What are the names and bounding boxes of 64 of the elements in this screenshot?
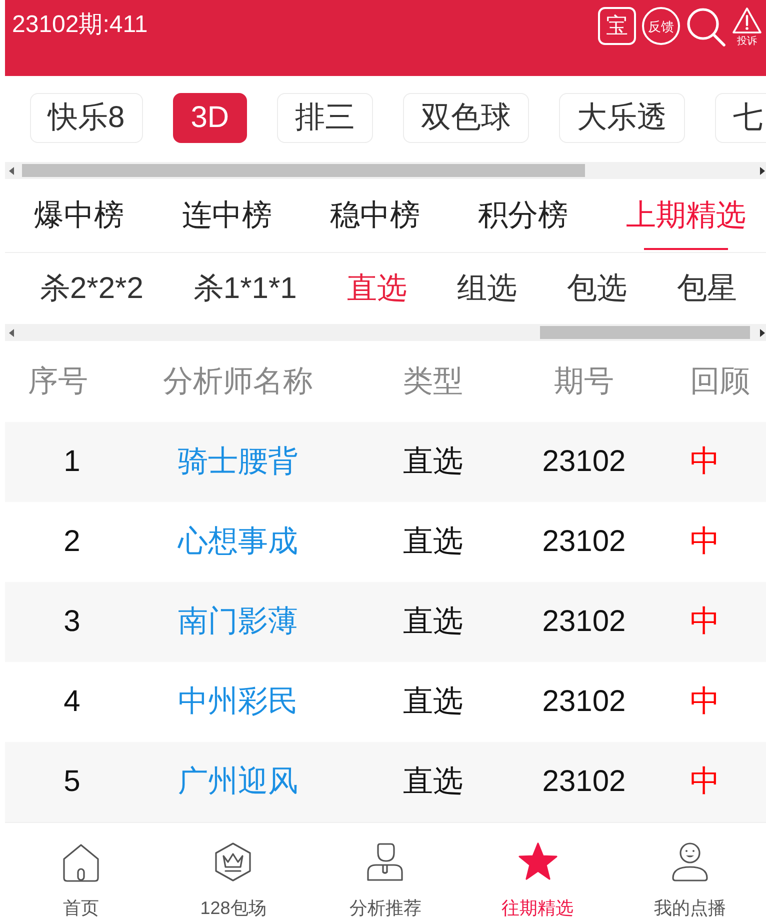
lottery-tab[interactable]: 双色球 (403, 93, 530, 143)
star-icon (518, 842, 558, 882)
search-icon[interactable] (686, 7, 726, 47)
nav-tab[interactable]: 往期精选 (502, 823, 574, 924)
play-type-tab[interactable]: 包星 (676, 268, 737, 308)
home-icon (61, 842, 102, 882)
ranking-tab[interactable]: 稳中榜 (330, 179, 420, 252)
row-number: 4 (64, 684, 80, 720)
nav-tab[interactable]: 分析推荐 (349, 823, 422, 924)
warning-icon (732, 7, 762, 34)
play-type: 直选 (403, 444, 463, 480)
review-result: 中 (690, 524, 720, 560)
lottery-tab[interactable]: 大乐透 (559, 93, 686, 143)
lottery-tab[interactable]: 3D (172, 93, 248, 143)
play-type-tab[interactable]: 杀2*2*2 (40, 268, 144, 308)
scroll-left-icon[interactable] (9, 328, 14, 336)
column-header: 回顾 (690, 364, 750, 400)
scrollbar-thumb[interactable] (540, 326, 750, 339)
issue-number: 23102 (542, 444, 626, 480)
review-result: 中 (690, 764, 720, 800)
row-number: 1 (64, 444, 80, 480)
ranking-tab[interactable]: 爆中榜 (34, 179, 124, 252)
scroll-left-icon[interactable] (9, 166, 14, 174)
ranking-tab[interactable]: 上期精选 (626, 179, 746, 252)
scroll-right-icon[interactable] (760, 166, 765, 174)
column-header: 类型 (403, 364, 463, 400)
person-icon (365, 842, 406, 882)
feedback-button[interactable]: 反馈 (642, 7, 680, 45)
crown-icon (213, 842, 254, 882)
issue-number: 23102 (542, 764, 626, 800)
play-type: 直选 (403, 684, 463, 720)
scrollbar-thumb[interactable] (22, 164, 585, 177)
lottery-tab[interactable]: 七 (715, 93, 766, 143)
issue-number: 23102 (542, 604, 626, 640)
column-header: 分析师名称 (163, 364, 313, 400)
row-number: 2 (64, 524, 80, 560)
review-result: 中 (690, 444, 720, 480)
row-number: 5 (64, 764, 80, 800)
nav-tab[interactable]: 我的点播 (654, 823, 726, 924)
play-type-tab[interactable]: 杀1*1*1 (193, 268, 297, 308)
treasure-button[interactable]: 宝 (598, 7, 636, 45)
row-number: 3 (64, 604, 80, 640)
issue-number: 23102 (542, 524, 626, 560)
review-result: 中 (690, 684, 720, 720)
user-icon (670, 842, 710, 882)
period-title: 23102期:411 (12, 11, 148, 39)
report-button[interactable]: 投诉 (732, 7, 762, 47)
play-type-tab[interactable]: 直选 (346, 268, 407, 308)
issue-number: 23102 (542, 684, 626, 720)
nav-tab[interactable]: 128包场 (200, 823, 266, 924)
ranking-tab[interactable]: 连中榜 (182, 179, 272, 252)
scroll-right-icon[interactable] (760, 328, 765, 336)
play-type: 直选 (403, 764, 463, 800)
lottery-tab[interactable]: 快乐8 (30, 93, 143, 143)
ranking-tab[interactable]: 积分榜 (478, 179, 568, 252)
nav-tab[interactable]: 首页 (61, 823, 102, 924)
play-type: 直选 (403, 604, 463, 640)
review-result: 中 (690, 604, 720, 640)
play-type-tab[interactable]: 包选 (566, 268, 627, 308)
play-type: 直选 (403, 524, 463, 560)
play-type-tab[interactable]: 组选 (456, 268, 517, 308)
lottery-tab[interactable]: 排三 (277, 93, 374, 143)
column-header: 期号 (554, 364, 614, 400)
column-header: 序号 (28, 364, 88, 400)
